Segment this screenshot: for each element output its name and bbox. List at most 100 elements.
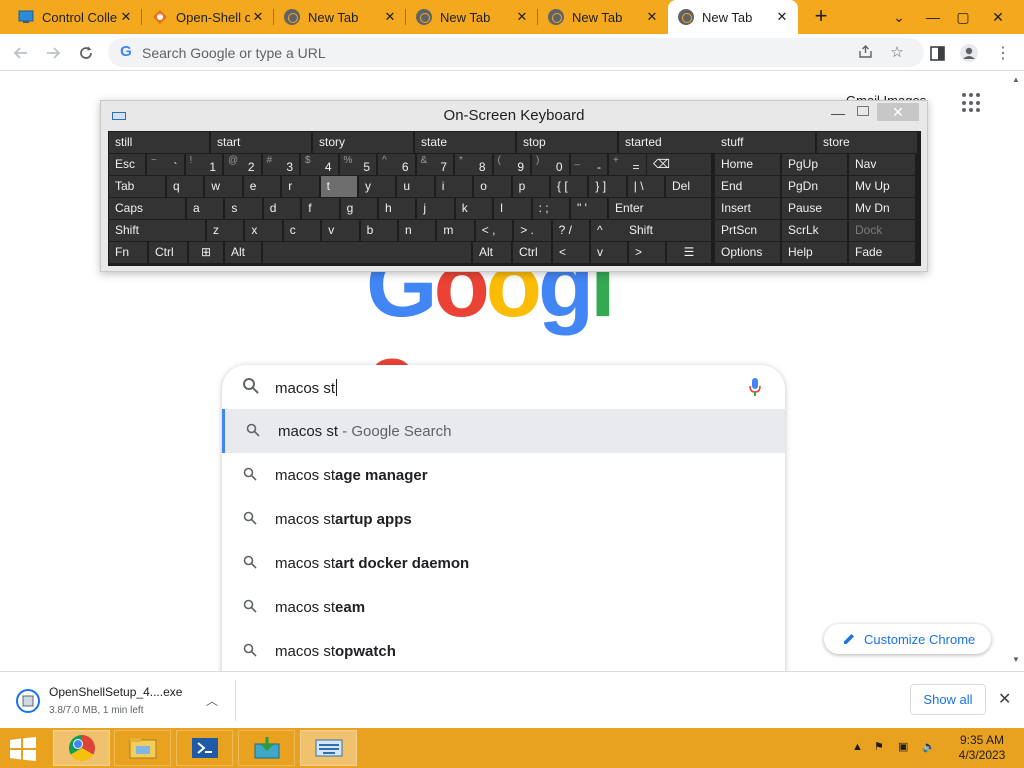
osk-key[interactable]: k — [455, 198, 493, 219]
osk-key[interactable]: s — [225, 198, 262, 219]
osk-key[interactable]: ! 1 — [185, 154, 222, 175]
osk-key-down-arrow[interactable]: v — [591, 242, 627, 263]
maximize-button[interactable]: ▢ — [946, 0, 980, 34]
osk-key[interactable]: f — [302, 198, 339, 219]
osk-nav-key[interactable]: Options — [715, 242, 780, 263]
osk-prediction[interactable]: stuff — [715, 132, 815, 153]
osk-key[interactable]: m — [437, 220, 474, 241]
osk-key[interactable]: @2 — [224, 154, 261, 175]
action-center-flag-icon[interactable]: ⚑ — [874, 740, 884, 753]
show-all-button[interactable]: Show all — [910, 684, 986, 715]
osk-key[interactable]: x — [245, 220, 282, 241]
suggestion-item[interactable]: macos stopwatch — [222, 629, 785, 671]
menu-kebab-icon[interactable]: ⋮ — [990, 40, 1016, 66]
osk-key[interactable]: j — [417, 198, 454, 219]
network-icon[interactable]: ▣ — [898, 740, 908, 753]
osk-key[interactable]: " ' — [571, 198, 608, 219]
osk-key-windows[interactable]: ⊞ — [189, 242, 223, 263]
osk-key[interactable]: p — [512, 176, 549, 197]
osk-key-space[interactable] — [263, 242, 471, 263]
suggestion-item[interactable]: macos start docker daemon — [222, 541, 785, 585]
osk-nav-key[interactable]: PgUp — [782, 154, 847, 175]
osk-key[interactable]: } ] — [589, 176, 626, 197]
suggestion-item[interactable]: macos startup apps — [222, 497, 785, 541]
osk-key[interactable]: e — [243, 176, 281, 197]
back-button[interactable] — [8, 40, 34, 66]
close-icon[interactable]: ✕ — [382, 9, 398, 25]
osk-key[interactable]: | \ — [627, 176, 665, 197]
osk-nav-key[interactable]: Mv Up — [849, 176, 915, 197]
tab-search-button[interactable]: ⌄ — [882, 0, 916, 34]
close-icon[interactable]: ✕ — [514, 9, 530, 25]
osk-key[interactable]: % 5 — [339, 154, 376, 175]
osk-nav-key[interactable]: Home — [715, 154, 780, 175]
tab-new-tab[interactable]: New Tab ✕ — [274, 0, 406, 34]
osk-key[interactable]: ^ — [591, 220, 628, 241]
customize-chrome-button[interactable]: Customize Chrome — [824, 624, 991, 654]
osk-key[interactable]: v — [322, 220, 359, 241]
microphone-icon[interactable] — [748, 377, 762, 397]
omnibox[interactable]: G Search Google or type a URL ☆ — [108, 38, 924, 67]
profile-button[interactable] — [956, 40, 982, 66]
osk-nav-key[interactable]: PgDn — [782, 176, 847, 197]
taskbar-file-explorer[interactable] — [114, 730, 171, 766]
osk-key[interactable]: o — [474, 176, 511, 197]
osk-key-caps[interactable]: Caps — [109, 198, 185, 219]
chevron-up-icon[interactable]: ︿ — [206, 692, 218, 709]
search-input-row[interactable]: macos st — [222, 365, 785, 409]
close-icon[interactable]: ✕ — [118, 9, 134, 25]
osk-nav-key[interactable]: End — [715, 176, 780, 197]
osk-key[interactable]: ~ ` — [147, 154, 184, 175]
tab-new-tab-active[interactable]: New Tab ✕ — [668, 0, 798, 34]
osk-key-alt[interactable]: Alt — [225, 242, 261, 263]
osk-prediction[interactable]: story — [313, 132, 413, 153]
close-icon[interactable]: ✕ — [250, 9, 266, 25]
share-icon[interactable] — [856, 44, 874, 62]
osk-nav-key[interactable]: Mv Dn — [849, 198, 915, 219]
osk-key-menu[interactable]: ☰ — [667, 242, 711, 263]
osk-key-del[interactable]: Del — [666, 176, 711, 197]
scroll-up-icon[interactable]: ▲ — [1012, 75, 1020, 84]
suggestion-item[interactable]: macos stage manager — [222, 453, 785, 497]
osk-key-ctrl[interactable]: Ctrl — [149, 242, 187, 263]
osk-nav-key[interactable]: Help — [782, 242, 847, 263]
osk-key[interactable]: w — [205, 176, 242, 197]
osk-nav-key[interactable]: Dock — [849, 220, 915, 241]
taskbar-chrome[interactable] — [53, 730, 110, 766]
side-panel-button[interactable] — [924, 40, 950, 66]
osk-key[interactable]: ? / — [552, 220, 589, 241]
tab-open-shell[interactable]: Open-Shell o ✕ — [142, 0, 274, 34]
osk-key[interactable]: a — [187, 198, 224, 219]
osk-key[interactable]: ) 0 — [532, 154, 569, 175]
osk-key-enter[interactable]: Enter — [609, 198, 711, 219]
osk-key[interactable]: y — [359, 176, 396, 197]
osk-nav-key[interactable]: Insert — [715, 198, 780, 219]
osk-key-right-arrow[interactable]: > — [629, 242, 665, 263]
volume-muted-icon[interactable]: 🔈 — [922, 740, 936, 753]
tab-new-tab[interactable]: New Tab ✕ — [406, 0, 538, 34]
osk-nav-key[interactable]: ScrLk — [782, 220, 847, 241]
osk-key[interactable]: c — [283, 220, 321, 241]
google-apps-icon[interactable] — [962, 93, 982, 113]
close-icon[interactable]: ✕ — [644, 9, 660, 25]
minimize-button[interactable]: — — [916, 0, 950, 34]
osk-key[interactable]: i — [435, 176, 473, 197]
osk-key[interactable]: + = — [609, 154, 646, 175]
osk-key[interactable]: l — [494, 198, 531, 219]
scroll-down-icon[interactable]: ▼ — [1012, 655, 1020, 664]
osk-key[interactable]: q — [167, 176, 204, 197]
osk-key-tab[interactable]: Tab — [109, 176, 165, 197]
bookmark-star-icon[interactable]: ☆ — [888, 44, 906, 62]
osk-key[interactable]: g — [340, 198, 377, 219]
osk-nav-key[interactable]: PrtScn — [715, 220, 780, 241]
reload-button[interactable] — [73, 40, 99, 66]
osk-key[interactable]: (9 — [493, 154, 530, 175]
osk-minimize-button[interactable]: — — [831, 105, 845, 121]
osk-prediction[interactable]: stop — [517, 132, 617, 153]
osk-key[interactable]: : ; — [532, 198, 569, 219]
osk-key-shift[interactable]: Shift — [623, 220, 711, 241]
osk-key[interactable]: > . — [514, 220, 551, 241]
osk-key[interactable]: $4 — [301, 154, 338, 175]
osk-key-ctrl[interactable]: Ctrl — [513, 242, 551, 263]
osk-key[interactable]: #3 — [262, 154, 299, 175]
